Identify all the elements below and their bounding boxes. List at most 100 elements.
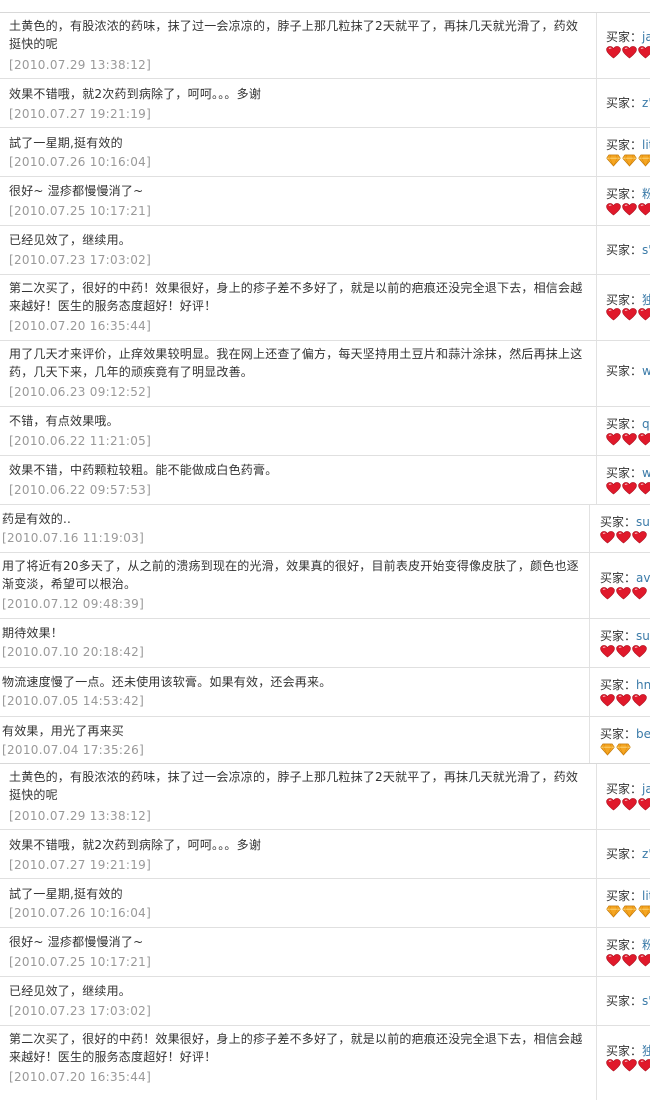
buyer-credit-badges[interactable] (606, 433, 650, 446)
red-heart-icon (606, 203, 621, 216)
review-content-cell: 已经见效了，继续用。 [2010.07.23 17:03:02] (0, 226, 597, 274)
buyer-credit-badges[interactable] (600, 645, 648, 658)
buyer-credit-badges[interactable] (606, 954, 650, 967)
buyer-credit-badges[interactable] (606, 154, 650, 167)
buyer-credit-badges[interactable] (600, 694, 648, 707)
buyer-info: 买家：ql (606, 416, 650, 432)
buyer-name-link[interactable]: lit (642, 138, 650, 152)
buyer-credit-badges[interactable] (606, 482, 650, 495)
review-row: 用了将近有20多天了，从之前的溃疡到现在的光滑，效果真的很好，目前表皮开始变得像… (0, 553, 650, 619)
buyer-credit-badges[interactable] (606, 203, 650, 216)
gold-diamond-icon (622, 905, 637, 918)
review-row: 效果不错，中药颗粒较粗。能不能做成白色药膏。 [2010.06.22 09:57:… (0, 456, 650, 505)
red-heart-icon (622, 1059, 637, 1072)
review-date: [2010.06.22 11:21:05] (9, 434, 152, 448)
buyer-label: 买家： (606, 417, 643, 431)
red-heart-icon (616, 531, 631, 544)
buyer-name-link[interactable]: ja (642, 30, 650, 44)
review-row: 已经见效了，继续用。 [2010.07.23 17:03:02] 买家：s' (0, 226, 650, 275)
review-row: 期待效果！ [2010.07.10 20:18:42] 买家：sur (0, 619, 650, 668)
review-comment: 試了一星期,挺有效的 (9, 136, 123, 150)
buyer-name-link[interactable]: lit (642, 889, 650, 903)
buyer-info: 买家：sur (600, 628, 650, 644)
review-content-cell: 效果不错哦，就2次药到病除了，呵呵。。。多谢 [2010.07.27 19:21:… (0, 830, 597, 878)
red-heart-icon (606, 1059, 621, 1072)
review-content-cell: 第二次买了，很好的中药！效果很好，身上的疹子差不多好了，就是以前的疤痕还没完全退… (0, 275, 597, 340)
buyer-name-link[interactable]: sur (636, 629, 650, 643)
review-comment: 已经见效了，继续用。 (9, 984, 132, 998)
buyer-label: 买家： (606, 243, 643, 257)
buyer-name-link[interactable]: ql (642, 417, 650, 431)
review-date: [2010.07.23 17:03:02] (9, 253, 152, 267)
buyer-info: 买家：粉 (606, 186, 650, 202)
buyer-name-link[interactable]: be (636, 727, 650, 741)
buyer-credit-badges[interactable] (600, 587, 648, 600)
buyer-name-link[interactable]: 粉 (642, 187, 650, 201)
review-comment: 物流速度慢了一点。还未使用该软膏。如果有效，还会再来。 (2, 675, 332, 689)
buyer-label: 买家： (606, 96, 643, 110)
review-content-cell: 不错，有点效果哦。 [2010.06.22 11:21:05] (0, 407, 597, 455)
buyer-name-link[interactable]: z' (642, 96, 650, 110)
buyer-info: 买家：独 (606, 1043, 650, 1059)
buyer-credit-badges[interactable] (606, 798, 650, 811)
buyer-label: 买家： (606, 938, 643, 952)
buyer-name-link[interactable]: z' (642, 847, 650, 861)
review-row: 很好~ 湿疹都慢慢消了~ [2010.07.25 10:17:21] 买家：粉 (0, 177, 650, 226)
review-content-cell: 用了几天才来评价，止痒效果较明显。我在网上还查了偏方，每天坚持用土豆片和蒜汁涂抹… (0, 341, 597, 406)
buyer-credit-badges[interactable] (606, 46, 650, 59)
review-row: 第二次买了，很好的中药！效果很好，身上的疹子差不多好了，就是以前的疤痕还没完全退… (0, 275, 650, 341)
buyer-label: 买家： (606, 782, 643, 796)
red-heart-icon (632, 587, 647, 600)
review-comment: 很好~ 湿疹都慢慢消了~ (9, 935, 144, 949)
buyer-label: 买家： (606, 293, 643, 307)
buyer-info: 买家：s' (606, 993, 650, 1009)
buyer-credit-badges[interactable] (600, 531, 648, 544)
buyer-label: 买家： (606, 889, 643, 903)
buyer-credit-badges[interactable] (606, 308, 650, 321)
buyer-name-link[interactable]: 粉 (642, 938, 650, 952)
buyer-label: 买家： (606, 847, 643, 861)
review-list-3: 土黄色的，有股浓浓的药味，抹了过一会凉凉的，脖子上那几粒抹了2天就平了，再抹几天… (0, 763, 650, 1100)
review-date: [2010.07.05 14:53:42] (2, 694, 145, 708)
buyer-name-link[interactable]: avi (636, 571, 650, 585)
buyer-name-link[interactable]: 独 (642, 293, 650, 307)
red-heart-icon (622, 46, 637, 59)
red-heart-icon (616, 645, 631, 658)
buyer-name-link[interactable]: hn (636, 678, 650, 692)
review-list-2: 药是有效的..[2010.07.16 11:19:03]买家：sur用了将近有2… (0, 505, 650, 763)
review-row: 用了几天才来评价，止痒效果较明显。我在网上还查了偏方，每天坚持用土豆片和蒜汁涂抹… (0, 341, 650, 407)
buyer-name-link[interactable]: w (642, 466, 650, 480)
buyer-credit-badges[interactable] (600, 743, 632, 756)
reviews-page: 土黄色的，有股浓浓的药味，抹了过一会凉凉的，脖子上那几粒抹了2天就平了，再抹几天… (0, 0, 650, 1100)
buyer-credit-badges[interactable] (606, 905, 650, 918)
buyer-name-link[interactable]: sur (636, 515, 650, 529)
review-comment: 已经见效了，继续用。 (9, 233, 132, 247)
gold-diamond-icon (606, 905, 621, 918)
red-heart-icon (622, 203, 637, 216)
buyer-name-link[interactable]: 独 (642, 1044, 650, 1058)
red-heart-icon (622, 798, 637, 811)
gold-diamond-icon (638, 905, 650, 918)
buyer-name-link[interactable]: ja (642, 782, 650, 796)
buyer-name-link[interactable]: s' (642, 994, 650, 1008)
review-comment: 土黄色的，有股浓浓的药味，抹了过一会凉凉的，脖子上那几粒抹了2天就平了，再抹几天… (9, 19, 579, 51)
review-row: 效果不错哦，就2次药到病除了，呵呵。。。多谢 [2010.07.27 19:21:… (0, 830, 650, 879)
buyer-name-link[interactable]: s' (642, 243, 650, 257)
review-date: [2010.07.20 16:35:44] (9, 1070, 152, 1084)
review-content-cell: 有效果，用光了再来买 [2010.07.04 17:35:26] (0, 717, 590, 763)
red-heart-icon (606, 798, 621, 811)
review-date: [2010.07.25 10:17:21] (9, 204, 152, 218)
buyer-label: 买家： (600, 727, 637, 741)
red-heart-icon (638, 954, 650, 967)
red-heart-icon (632, 694, 647, 707)
buyer-info: 买家：ja (606, 781, 650, 797)
review-date: [2010.06.23 09:12:52] (9, 385, 152, 399)
buyer-info: 买家：avi (600, 570, 650, 586)
review-date: [2010.06.22 09:57:53] (9, 483, 152, 497)
buyer-credit-badges[interactable] (606, 1059, 650, 1072)
buyer-info: 买家：s' (606, 242, 650, 258)
review-row: 有效果，用光了再来买 [2010.07.04 17:35:26] 买家：be (0, 717, 650, 763)
buyer-name-link[interactable]: w (642, 364, 650, 378)
red-heart-icon (622, 954, 637, 967)
review-date: [2010.07.29 13:38:12] (9, 58, 152, 72)
